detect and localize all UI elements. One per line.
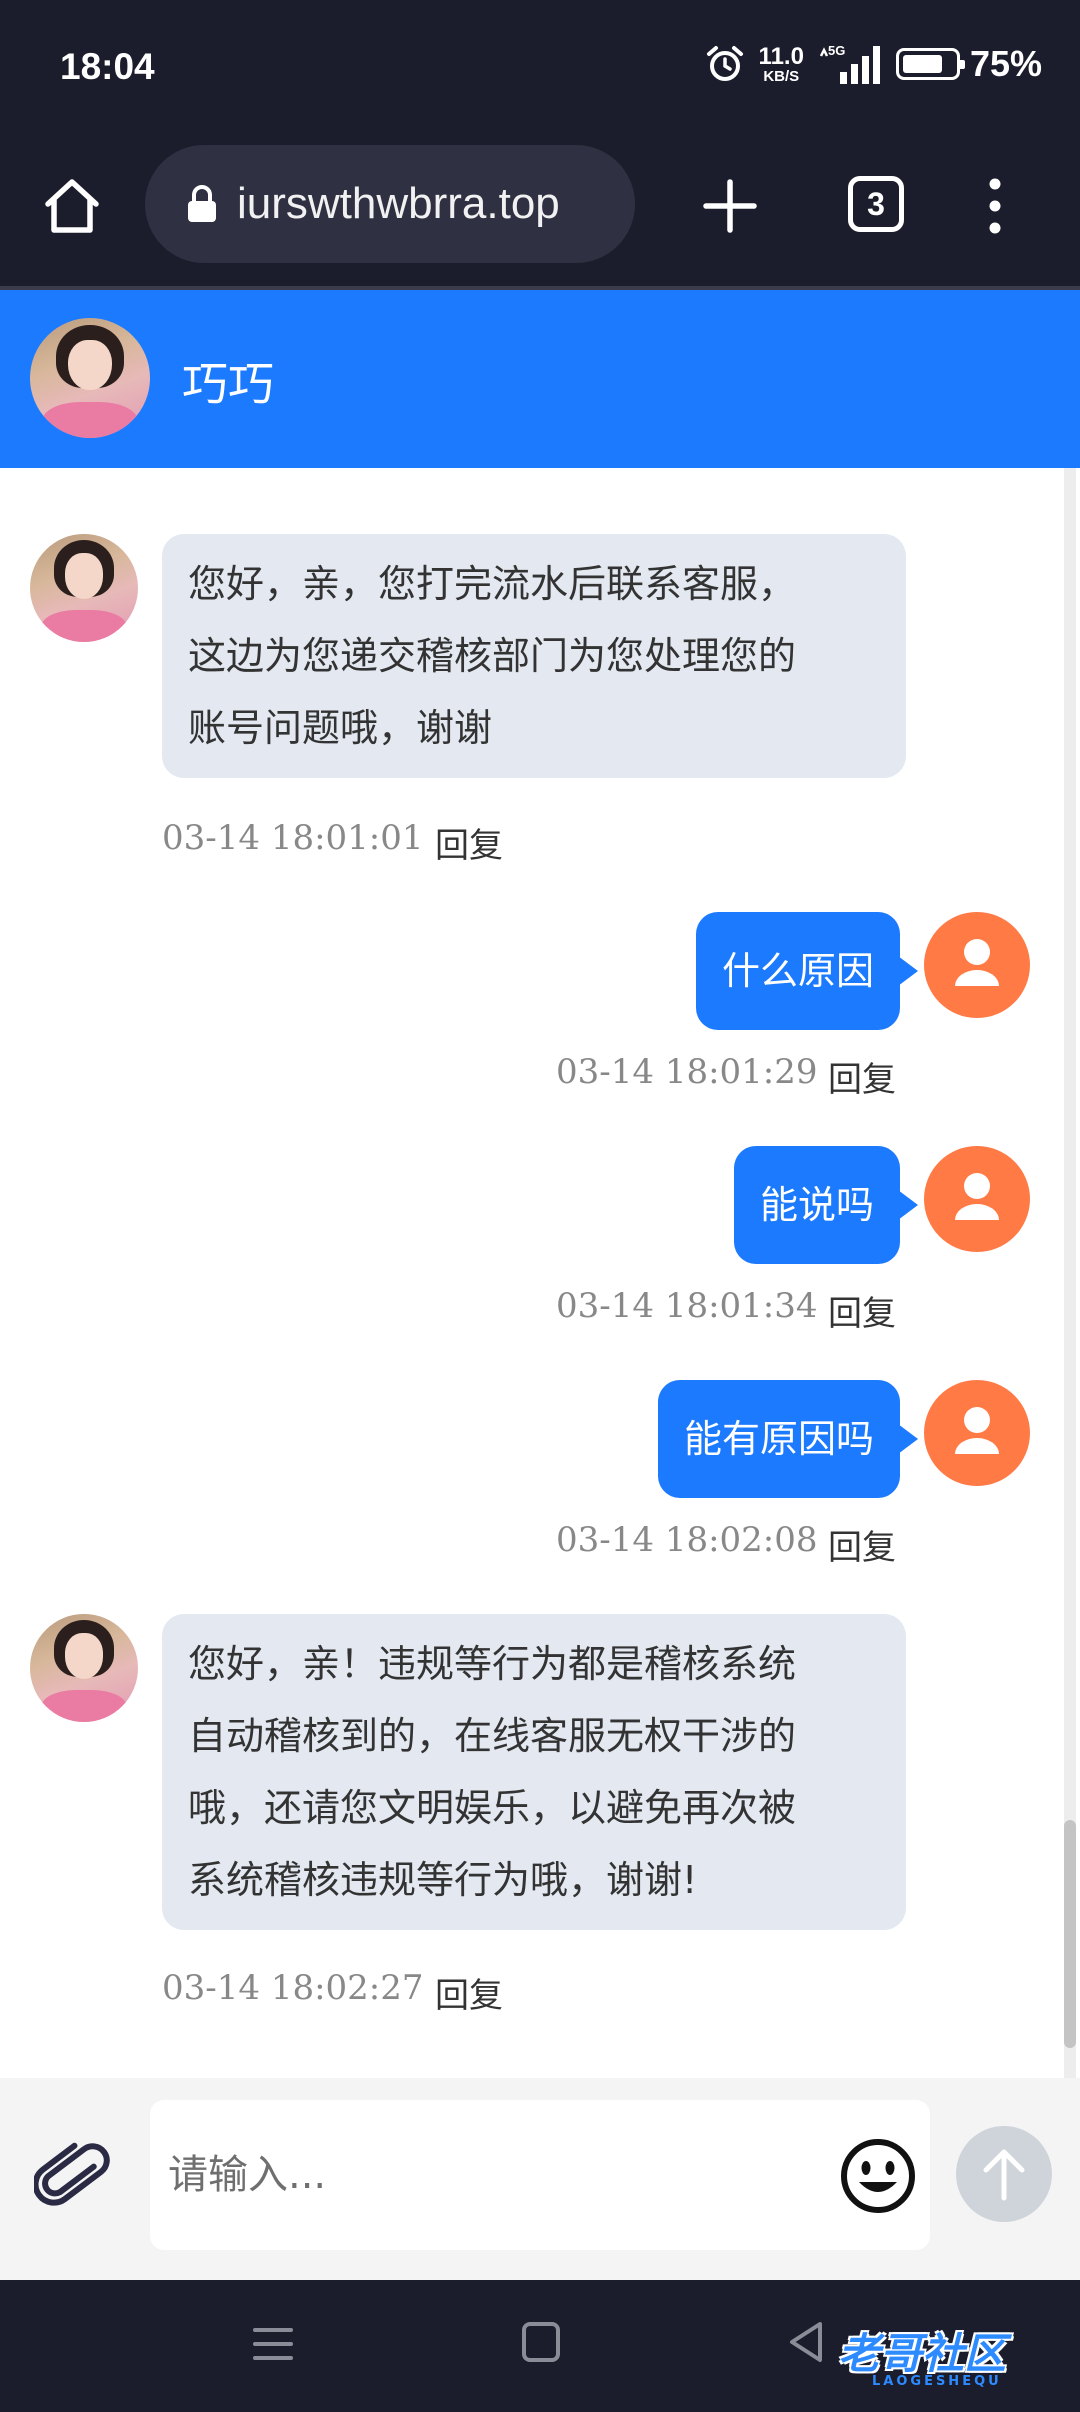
battery: 75% bbox=[895, 43, 1042, 85]
agent-avatar bbox=[30, 534, 138, 642]
agent-avatar bbox=[30, 1614, 138, 1722]
message-timestamp: 03-14 18:02:08 bbox=[556, 1520, 818, 1560]
user-icon bbox=[955, 1173, 999, 1220]
user-message-bubble: 能说吗 bbox=[733, 1146, 919, 1264]
signal-icon: 5G bbox=[819, 43, 880, 84]
home-nav-icon[interactable] bbox=[522, 2322, 560, 2362]
emoji-icon[interactable] bbox=[838, 2136, 918, 2216]
browser-toolbar: iurswthwbrra.top 3 bbox=[0, 140, 1080, 288]
message-input-bar bbox=[0, 2078, 1080, 2280]
back-icon[interactable] bbox=[786, 2320, 826, 2364]
chat-header: 巧巧 bbox=[0, 290, 1080, 468]
user-icon bbox=[955, 1407, 999, 1454]
agent-message-bubble: 您好，亲，您打完流水后联系客服， 这边为您递交稽核部门为您处理您的 账号问题哦，… bbox=[162, 534, 906, 778]
reply-link[interactable]: 回复 bbox=[435, 1968, 503, 2017]
message-line: 哦，还请您文明娱乐，以避免再次被 bbox=[188, 1786, 797, 1830]
paperclip-icon[interactable] bbox=[34, 2138, 114, 2218]
message-timestamp: 03-14 18:01:01 bbox=[162, 818, 424, 858]
lock-icon bbox=[188, 185, 216, 222]
message-line: 系统稽核违规等行为哦，谢谢! bbox=[188, 1858, 698, 1902]
status-icons: 11.0 KB/S 5G 75% bbox=[705, 42, 1042, 86]
battery-percent: 75% bbox=[969, 43, 1042, 84]
svg-text:5G: 5G bbox=[828, 43, 845, 58]
message-timestamp: 03-14 18:01:29 bbox=[556, 1052, 818, 1092]
arrow-up-icon bbox=[983, 2149, 1025, 2201]
reply-link[interactable]: 回复 bbox=[828, 1052, 896, 1101]
network-speed: 11.0 KB/S bbox=[758, 42, 804, 85]
message-line: 您好，亲，您打完流水后联系客服， bbox=[188, 562, 797, 606]
reply-link[interactable]: 回复 bbox=[828, 1286, 896, 1335]
message-line: 您好，亲！违规等行为都是稽核系统 bbox=[188, 1642, 797, 1686]
watermark-subtext: LAOGESHEQU bbox=[872, 2374, 1002, 2389]
reply-link[interactable]: 回复 bbox=[828, 1520, 896, 1569]
alarm-icon bbox=[706, 46, 743, 81]
message-input[interactable] bbox=[150, 2100, 930, 2250]
contact-avatar[interactable] bbox=[30, 318, 150, 438]
user-avatar bbox=[924, 1380, 1030, 1486]
address-bar[interactable]: iurswthwbrra.top bbox=[145, 145, 635, 263]
tab-switcher-button[interactable]: 3 bbox=[848, 176, 904, 232]
message-line: 这边为您递交稽核部门为您处理您的 bbox=[188, 634, 797, 678]
status-time: 18:04 bbox=[60, 46, 155, 87]
more-menu-icon[interactable] bbox=[980, 176, 1010, 236]
user-avatar bbox=[924, 912, 1030, 1018]
battery-icon bbox=[895, 48, 965, 80]
message-timestamp: 03-14 18:01:34 bbox=[556, 1286, 818, 1326]
system-nav-bar: 老哥社区 LAOGESHEQU bbox=[0, 2280, 1080, 2412]
user-avatar bbox=[924, 1146, 1030, 1252]
send-button[interactable] bbox=[956, 2126, 1052, 2222]
message-line: 自动稽核到的，在线客服无权干涉的 bbox=[188, 1714, 797, 1758]
new-tab-icon[interactable] bbox=[700, 176, 760, 236]
home-icon[interactable] bbox=[40, 174, 104, 238]
status-bar: 18:04 11.0 KB/S 5G 75% bbox=[0, 0, 1080, 140]
scrollbar-thumb[interactable] bbox=[1064, 1820, 1076, 2048]
battery-fill bbox=[902, 55, 942, 73]
reply-link[interactable]: 回复 bbox=[435, 818, 503, 867]
message-line: 账号问题哦，谢谢 bbox=[188, 706, 493, 750]
contact-name: 巧巧 bbox=[182, 357, 274, 411]
chat-messages[interactable]: 您好，亲，您打完流水后联系客服， 这边为您递交稽核部门为您处理您的 账号问题哦，… bbox=[0, 468, 1080, 2078]
recents-icon[interactable] bbox=[252, 2324, 294, 2364]
user-message-bubble: 能有原因吗 bbox=[657, 1380, 919, 1498]
watermark-logo: 老哥社区 bbox=[838, 2329, 1007, 2378]
user-message-bubble: 什么原因 bbox=[695, 912, 919, 1030]
agent-message-bubble: 您好，亲！违规等行为都是稽核系统 自动稽核到的，在线客服无权干涉的 哦，还请您文… bbox=[162, 1614, 906, 1930]
url-text: iurswthwbrra.top bbox=[237, 179, 560, 228]
network-speed-value: 11.0 bbox=[758, 42, 804, 70]
message-timestamp: 03-14 18:02:27 bbox=[162, 1968, 424, 2008]
network-speed-unit: KB/S bbox=[763, 67, 800, 85]
user-icon bbox=[955, 939, 999, 986]
